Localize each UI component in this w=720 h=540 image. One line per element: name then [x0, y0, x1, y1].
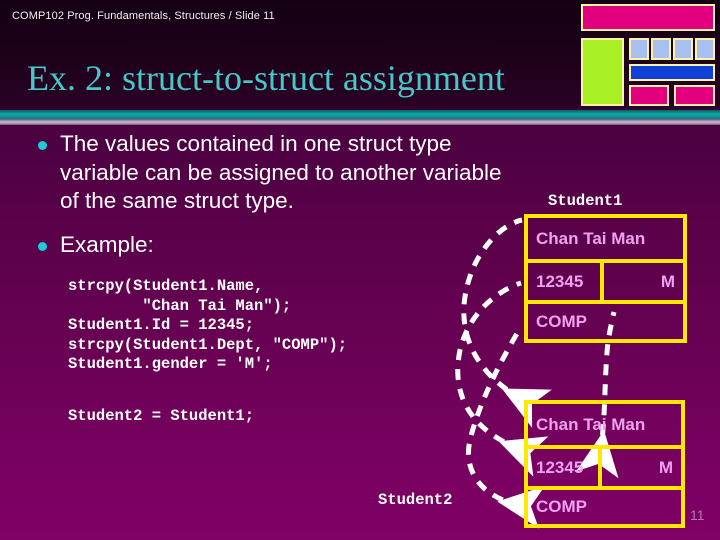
- blue-bar: [629, 64, 715, 81]
- bullet-item-1: The values contained in one struct type …: [38, 130, 573, 216]
- code-block-assignments: strcpy(Student1.Name, "Chan Tai Man"); S…: [68, 277, 348, 373]
- struct-row-dept: COMP: [528, 486, 681, 524]
- bullet-item-2: Example:: [38, 231, 458, 260]
- struct-cell-id: 12345: [528, 449, 602, 486]
- struct-cell-name: Chan Tai Man: [536, 228, 646, 248]
- magenta-block-1: [629, 85, 669, 106]
- decoration-group: [0, 0, 720, 112]
- struct-cell-gender: M: [660, 271, 675, 291]
- struct-row-id-gender: 12345 M: [528, 445, 681, 486]
- code-block-struct-assign: Student2 = Student1;: [68, 407, 255, 425]
- struct-cell-dept: COMP: [536, 497, 587, 516]
- blue-square-1: [629, 38, 649, 60]
- arrow-dept-field: [466, 325, 545, 529]
- bullet-text: Example:: [60, 232, 154, 257]
- struct-row-dept: COMP: [528, 300, 683, 339]
- slide-canvas: COMP102 Prog. Fundamentals, Structures /…: [0, 0, 720, 540]
- struct-label-student2: Student2: [378, 491, 453, 509]
- struct-cell-name: Chan Tai Man: [536, 414, 646, 434]
- blue-square-4: [695, 38, 715, 60]
- struct-cell-id: 12345: [528, 263, 604, 300]
- slide-number: 11: [690, 507, 705, 523]
- divider-band-lavender: [0, 119, 720, 125]
- blue-square-3: [673, 38, 693, 60]
- struct-box-student1: Chan Tai Man 12345 M COMP: [524, 214, 687, 343]
- arrow-id-field: [455, 280, 549, 477]
- bullet-dot-icon: [38, 141, 47, 150]
- green-block: [581, 38, 624, 106]
- struct-cell-gender: M: [658, 457, 673, 477]
- struct-label-student1: Student1: [548, 192, 623, 210]
- bullet-dot-icon: [38, 242, 47, 251]
- struct-row-name: Chan Tai Man: [528, 218, 683, 259]
- bullet-text: The values contained in one struct type …: [60, 131, 502, 213]
- struct-row-name: Chan Tai Man: [528, 404, 681, 445]
- blue-square-2: [651, 38, 671, 60]
- struct-row-id-gender: 12345 M: [528, 259, 683, 300]
- struct-box-student2: Chan Tai Man 12345 M COMP: [524, 400, 685, 528]
- magenta-bar: [581, 4, 715, 31]
- arrow-name-field: [461, 217, 552, 428]
- struct-cell-dept: COMP: [536, 311, 587, 331]
- magenta-block-2: [674, 85, 715, 106]
